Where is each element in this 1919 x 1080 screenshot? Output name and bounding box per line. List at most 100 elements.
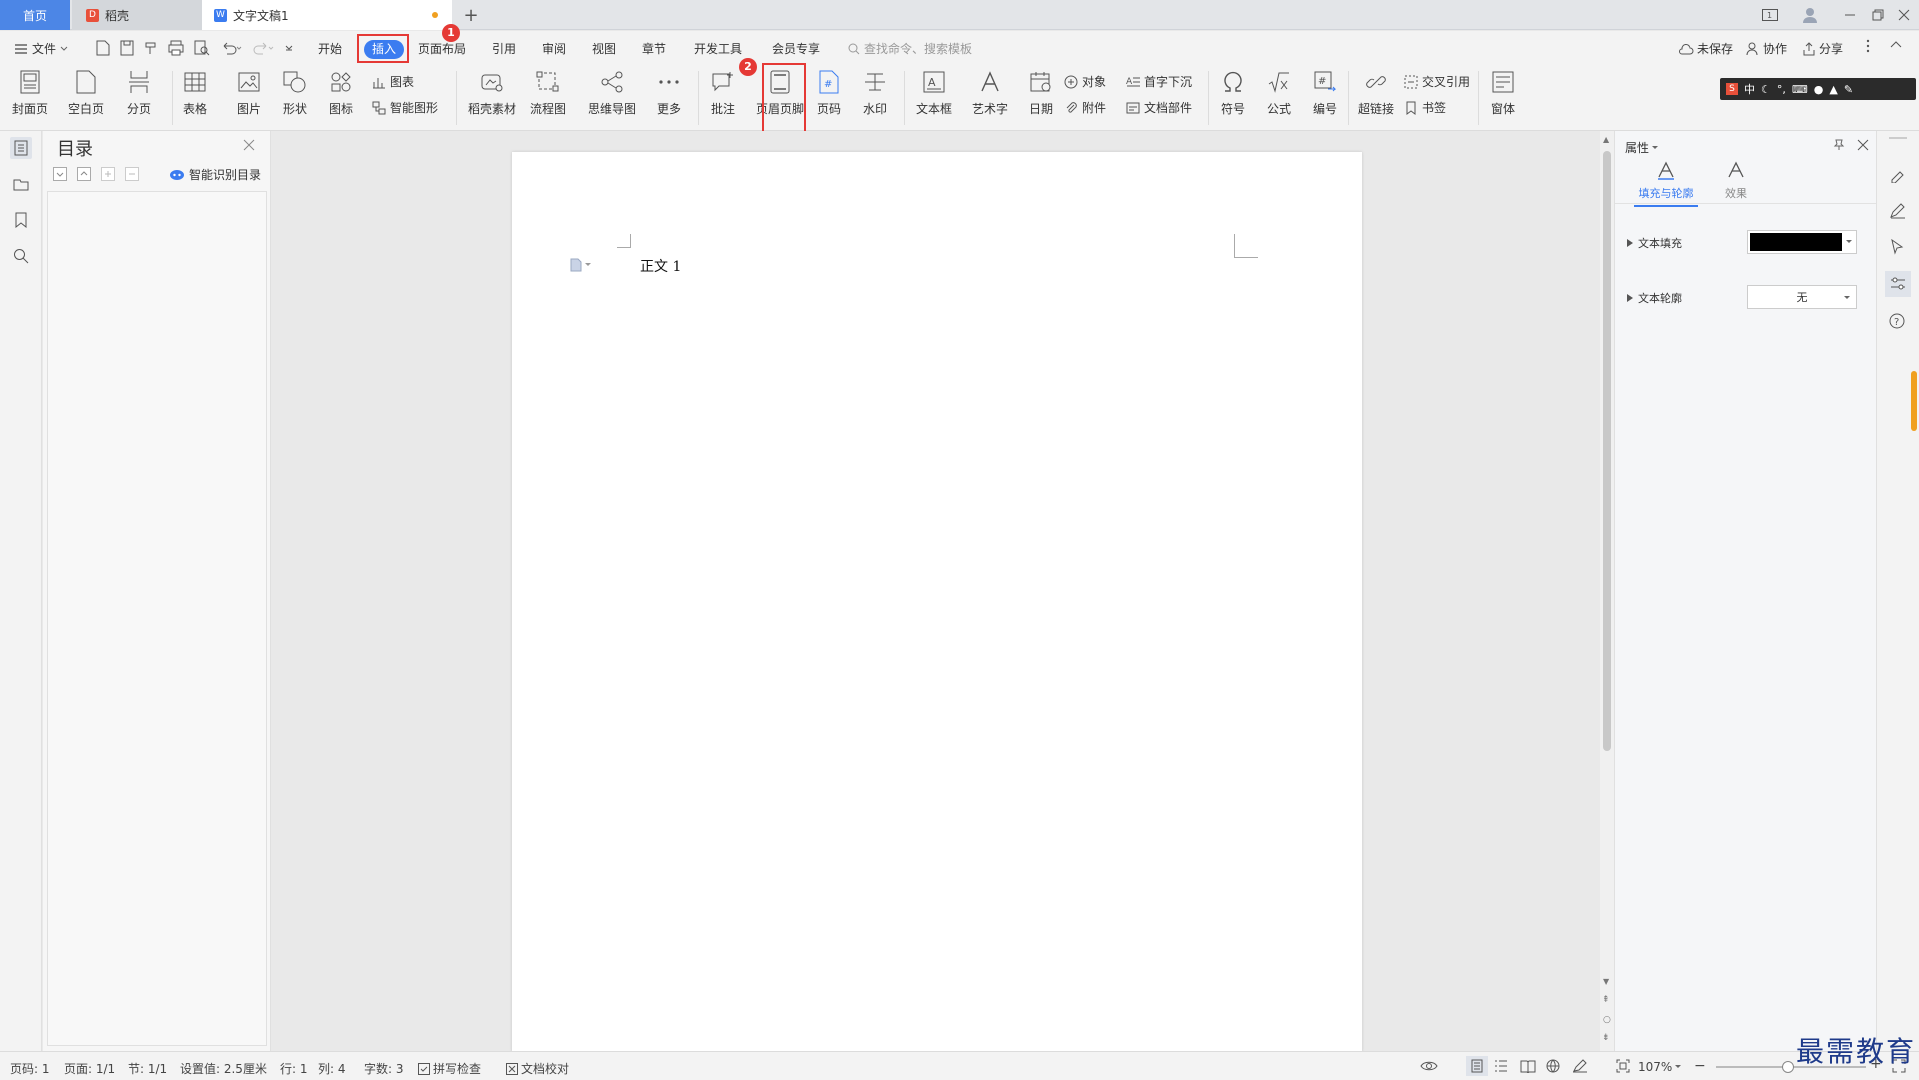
user-avatar-icon[interactable]	[1792, 0, 1828, 30]
demote-icon[interactable]	[125, 167, 139, 181]
body-text[interactable]: 正文 1	[640, 256, 681, 276]
expand-all-icon[interactable]	[53, 167, 67, 181]
print-icon[interactable]	[168, 40, 184, 56]
text-outline-row[interactable]: 文本轮廓	[1627, 290, 1682, 306]
more-options-icon[interactable]	[1866, 39, 1870, 59]
smartart-button[interactable]: 智能图形	[372, 99, 438, 116]
doc-proofread-button[interactable]: 文档校对	[506, 1060, 569, 1077]
promote-icon[interactable]	[101, 167, 115, 181]
status-word-count[interactable]: 字数: 3	[364, 1060, 404, 1077]
tab-effect[interactable]: 效果	[1711, 161, 1761, 201]
command-search[interactable]: 查找命令、搜索模板	[848, 39, 972, 59]
properties-title[interactable]: 属性	[1625, 139, 1659, 156]
bookmark-nav-icon[interactable]	[10, 209, 32, 231]
table-button[interactable]: 表格	[182, 69, 208, 117]
flowchart-button[interactable]: 流程图	[530, 69, 566, 117]
more-button[interactable]: 更多	[656, 69, 682, 117]
form-window-button[interactable]: 窗体	[1490, 69, 1516, 117]
tab-home[interactable]: 首页	[0, 0, 70, 30]
window-layout-icon[interactable]: 1	[1752, 0, 1788, 30]
writing-mode-icon[interactable]	[1572, 1059, 1588, 1073]
textbox-button[interactable]: A 文本框	[916, 69, 952, 117]
status-row[interactable]: 行: 1	[280, 1060, 308, 1077]
menu-member[interactable]: 会员专享	[772, 39, 820, 59]
status-setting-value[interactable]: 设置值: 2.5厘米	[180, 1060, 267, 1077]
close-icon[interactable]	[243, 139, 255, 151]
symbol-button[interactable]: 符号	[1220, 69, 1246, 117]
section-nav-icon[interactable]	[10, 173, 32, 195]
format-painter-icon[interactable]	[144, 40, 158, 56]
drop-cap-button[interactable]: A 首字下沉	[1126, 73, 1192, 90]
menu-page-layout[interactable]: 页面布局	[418, 39, 466, 59]
blank-page-button[interactable]: 空白页	[68, 69, 104, 117]
status-page-number[interactable]: 页码: 1	[10, 1060, 50, 1077]
icon-button[interactable]: 图标	[328, 69, 354, 117]
close-panel-icon[interactable]	[1857, 139, 1869, 151]
status-column[interactable]: 列: 4	[318, 1060, 346, 1077]
bookmark-button[interactable]: 书签	[1404, 99, 1446, 116]
page-break-button[interactable]: 分页	[126, 69, 152, 117]
zoom-slider-thumb[interactable]	[1782, 1061, 1794, 1073]
unsaved-status[interactable]: 未保存	[1678, 39, 1733, 59]
browse-object-icon[interactable]: ○	[1603, 1015, 1611, 1025]
paragraph-handle[interactable]	[570, 258, 591, 272]
redo-icon[interactable]	[252, 40, 274, 56]
mindmap-button[interactable]: 思维导图	[588, 69, 636, 117]
print-preview-icon[interactable]	[194, 40, 210, 56]
menu-references[interactable]: 引用	[492, 39, 516, 59]
undo-icon[interactable]	[220, 40, 242, 56]
next-page-icon[interactable]: ⇟	[1602, 1033, 1610, 1043]
text-fill-row[interactable]: 文本填充	[1627, 235, 1682, 251]
ime-toolbar[interactable]: S 中 ☾ °, ⌨ ● ▲ ✎	[1720, 78, 1916, 100]
style-brush-icon[interactable]	[1889, 167, 1907, 183]
collapse-all-icon[interactable]	[77, 167, 91, 181]
reading-view-icon[interactable]	[1520, 1059, 1536, 1073]
page-number-button[interactable]: # 页码	[816, 69, 842, 117]
new-tab-button[interactable]: +	[458, 0, 484, 30]
file-menu[interactable]: 文件	[14, 39, 68, 59]
picture-button[interactable]: 图片	[236, 69, 262, 117]
tab-daoke[interactable]: D 稻壳	[72, 0, 202, 30]
help-icon[interactable]: ?	[1889, 313, 1905, 329]
menu-home[interactable]: 开始	[318, 39, 342, 59]
eye-protect-icon[interactable]	[1420, 1059, 1438, 1073]
numbering-button[interactable]: # 编号	[1312, 69, 1338, 117]
toc-list[interactable]	[47, 191, 267, 1046]
cross-reference-button[interactable]: 交叉引用	[1404, 73, 1470, 90]
collab-button[interactable]: 协作	[1746, 39, 1787, 59]
customize-qat-icon[interactable]	[284, 40, 294, 56]
menu-developer[interactable]: 开发工具	[694, 39, 742, 59]
zoom-level[interactable]: 107%	[1638, 1060, 1682, 1074]
comment-button[interactable]: 批注	[710, 69, 736, 117]
wordart-button[interactable]: 艺术字	[972, 69, 1008, 117]
smart-toc-button[interactable]: 智能识别目录	[169, 166, 261, 183]
collapse-ribbon-icon[interactable]	[1890, 39, 1902, 59]
pin-icon[interactable]	[1833, 139, 1845, 151]
outline-view-icon[interactable]	[1494, 1059, 1508, 1073]
scroll-thumb[interactable]	[1603, 151, 1611, 751]
text-outline-select[interactable]: 无	[1747, 285, 1857, 309]
zoom-out-button[interactable]: −	[1694, 1058, 1706, 1074]
doc-parts-button[interactable]: 文档部件	[1126, 99, 1192, 116]
status-page[interactable]: 页面: 1/1	[64, 1060, 115, 1077]
save-icon[interactable]	[120, 40, 134, 56]
shape-button[interactable]: 形状	[282, 69, 308, 117]
edit-pen-icon[interactable]	[1889, 203, 1907, 219]
prev-page-icon[interactable]: ⇞	[1602, 995, 1610, 1005]
date-button[interactable]: 日期	[1028, 69, 1054, 117]
watermark-button[interactable]: 水印	[862, 69, 888, 117]
vertical-scrollbar[interactable]: ▲ ▼ ⇞ ○ ⇟	[1600, 131, 1614, 1051]
share-button[interactable]: 分享	[1802, 39, 1843, 59]
spell-check-button[interactable]: 拼写检查	[418, 1060, 481, 1077]
object-button[interactable]: 对象	[1064, 73, 1106, 90]
status-section[interactable]: 节: 1/1	[128, 1060, 167, 1077]
scroll-up-icon[interactable]: ▲	[1603, 135, 1609, 144]
tab-document[interactable]: W 文字文稿1	[202, 0, 452, 30]
hyperlink-button[interactable]: 超链接	[1358, 69, 1394, 117]
properties-sliders-icon[interactable]	[1885, 271, 1911, 297]
attachment-button[interactable]: 附件	[1064, 99, 1106, 116]
web-view-icon[interactable]	[1546, 1059, 1560, 1073]
find-nav-icon[interactable]	[10, 245, 32, 267]
chart-button[interactable]: 图表	[372, 73, 414, 90]
menu-chapter[interactable]: 章节	[642, 39, 666, 59]
